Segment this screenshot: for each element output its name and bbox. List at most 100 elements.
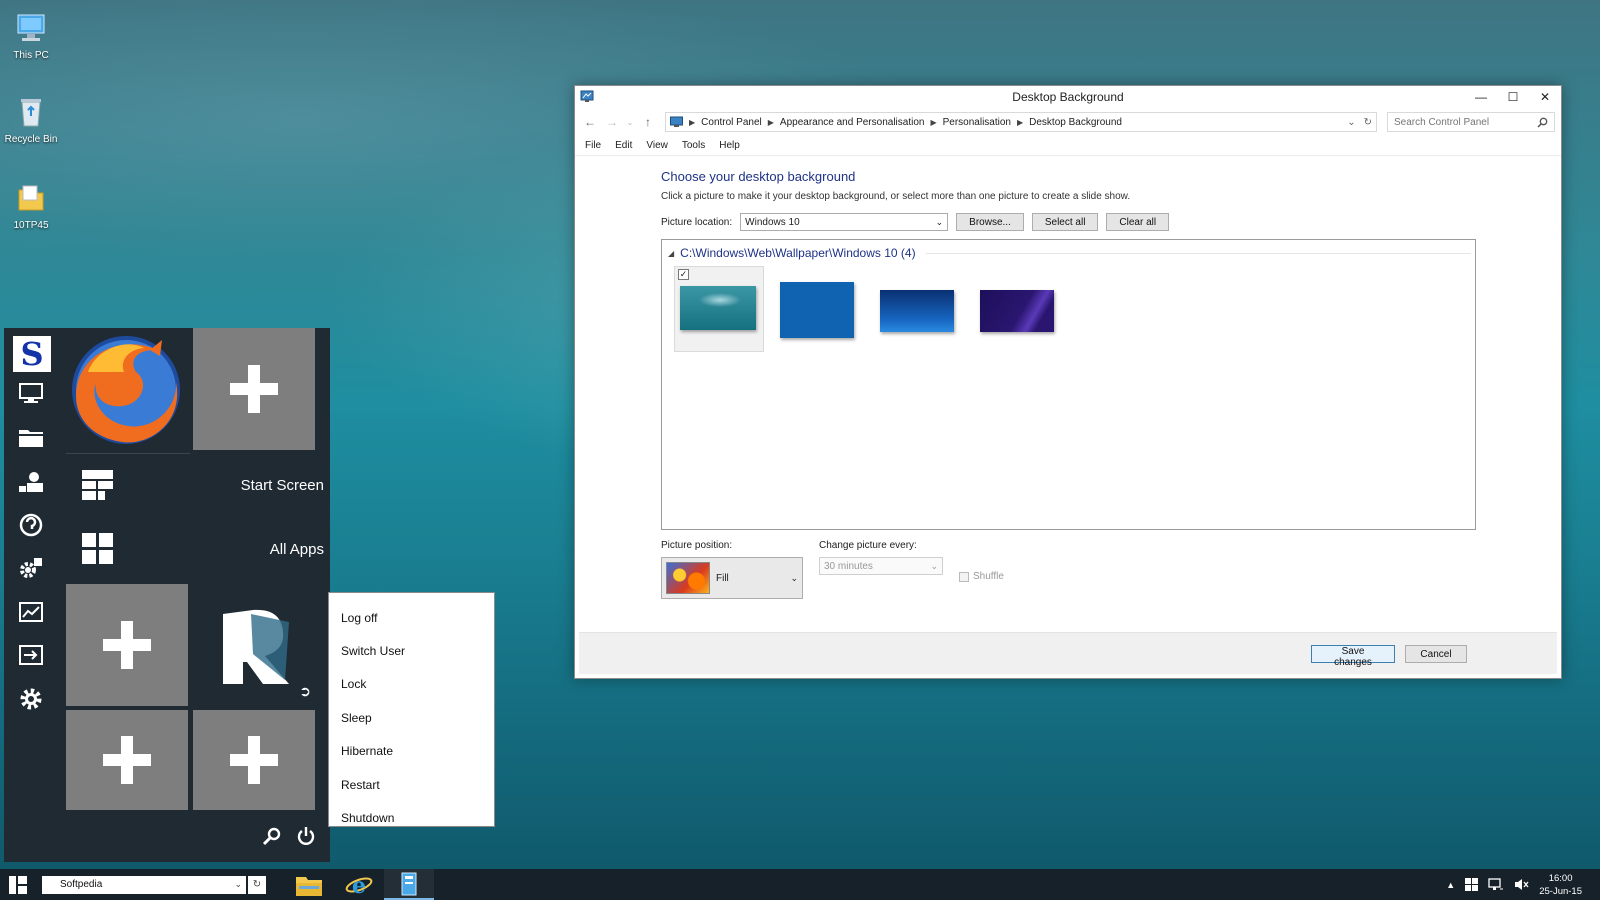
- add-tile-top[interactable]: [193, 328, 315, 450]
- taskbar-internet-explorer[interactable]: e: [334, 869, 384, 900]
- refresh-icon[interactable]: ↻: [248, 875, 266, 894]
- add-tile-middle-left[interactable]: [66, 584, 188, 706]
- taskbar-control-panel[interactable]: [384, 869, 434, 900]
- picture-location-value: Windows 10: [745, 216, 800, 228]
- checkbox-checked-icon[interactable]: ✓: [678, 269, 689, 280]
- chevron-down-icon[interactable]: ⌄: [234, 879, 242, 890]
- save-changes-button[interactable]: Save changes: [1311, 645, 1395, 668]
- app-tile-r-logo[interactable]: ➲: [193, 584, 315, 706]
- desktop-icon-this-pc[interactable]: This PC: [0, 10, 63, 61]
- title-bar[interactable]: Desktop Background — ☐ ✕: [575, 86, 1561, 108]
- power-icon[interactable]: [296, 826, 316, 846]
- power-menu-sleep[interactable]: Sleep: [329, 701, 494, 734]
- firefox-tile[interactable]: [66, 332, 190, 454]
- breadcrumb-personalisation[interactable]: Personalisation: [943, 117, 1011, 128]
- menu-edit[interactable]: Edit: [615, 140, 632, 151]
- add-tile-bottom-right[interactable]: [193, 710, 315, 810]
- recycle-bin-icon: [21, 99, 41, 127]
- picture-location-row: Picture location: Windows 10 ⌄ Browse...…: [661, 213, 1170, 231]
- start-screen-item[interactable]: Start Screen: [70, 460, 328, 510]
- desktop-icon-recycle-bin[interactable]: Recycle Bin: [0, 94, 63, 145]
- picture-position-select[interactable]: Fill ⌄: [661, 557, 803, 599]
- folder-icon: [18, 185, 44, 211]
- change-every-value: 30 minutes: [824, 560, 873, 572]
- menu-view[interactable]: View: [646, 140, 668, 151]
- breadcrumb-separator-icon: ▶: [1016, 117, 1024, 127]
- all-apps-label: All Apps: [269, 540, 324, 558]
- network-icon[interactable]: [1488, 878, 1504, 891]
- thumbnail-purple[interactable]: [980, 290, 1054, 332]
- forward-arrow-icon[interactable]: →: [603, 115, 621, 129]
- desktop-icon-label: Recycle Bin: [4, 134, 58, 145]
- softpedia-logo-icon[interactable]: S: [13, 336, 51, 372]
- search-box[interactable]: [1387, 112, 1555, 132]
- breadcrumb-control-panel[interactable]: Control Panel: [701, 117, 762, 128]
- all-apps-grid-icon: [82, 533, 113, 564]
- clock[interactable]: 16:00 25-Jun-15: [1539, 872, 1582, 898]
- taskbar-file-explorer[interactable]: [284, 869, 334, 900]
- shuffle-option[interactable]: Shuffle: [959, 554, 1004, 599]
- internet-explorer-icon: e: [345, 873, 373, 898]
- users-icon[interactable]: [16, 468, 46, 496]
- shuffle-label: Shuffle: [973, 571, 1004, 582]
- recent-dropdown-icon[interactable]: ⌄: [625, 118, 635, 127]
- volume-muted-icon[interactable]: [1514, 878, 1529, 891]
- start-screen-icon: [82, 470, 113, 500]
- start-search-icon[interactable]: [262, 826, 282, 846]
- change-every-select[interactable]: 30 minutes ⌄: [819, 557, 943, 575]
- browse-button[interactable]: Browse...: [956, 213, 1024, 231]
- breadcrumb-appearance[interactable]: Appearance and Personalisation: [780, 117, 925, 128]
- start-screen-label: Start Screen: [240, 476, 324, 494]
- thumbnail-dark-blue[interactable]: [880, 290, 954, 332]
- show-hidden-icons-icon[interactable]: ▲: [1446, 880, 1455, 890]
- switch-icon[interactable]: [16, 641, 46, 669]
- menu-file[interactable]: File: [585, 140, 601, 151]
- thumbnail-blue[interactable]: [780, 282, 854, 338]
- address-bar[interactable]: ▶ Control Panel ▶ Appearance and Persona…: [665, 112, 1377, 132]
- clear-all-button[interactable]: Clear all: [1106, 213, 1170, 231]
- power-menu-hibernate[interactable]: Hibernate: [329, 735, 494, 768]
- select-all-button[interactable]: Select all: [1031, 213, 1099, 231]
- desktop-icon-label: 10TP45: [13, 220, 49, 231]
- cancel-button[interactable]: Cancel: [1405, 645, 1467, 663]
- menu-help[interactable]: Help: [719, 140, 740, 151]
- page-description: Click a picture to make it your desktop …: [661, 191, 1131, 202]
- maximize-button[interactable]: ☐: [1497, 86, 1529, 108]
- windows-flag-icon[interactable]: [1465, 878, 1479, 891]
- power-menu-lock[interactable]: Lock: [329, 668, 494, 701]
- menu-tools[interactable]: Tools: [682, 140, 705, 151]
- settings-cog-icon[interactable]: [16, 554, 46, 582]
- search-input[interactable]: [1394, 116, 1537, 128]
- chart-icon[interactable]: [16, 598, 46, 626]
- power-menu-restart[interactable]: Restart: [329, 768, 494, 801]
- control-panel-icon: [670, 116, 683, 127]
- refresh-icon[interactable]: ↻: [1364, 117, 1372, 128]
- folder-icon[interactable]: [16, 424, 46, 452]
- picture-group-header[interactable]: ◢ C:\Windows\Web\Wallpaper\Windows 10 (4…: [668, 246, 1471, 260]
- start-button[interactable]: [0, 869, 36, 900]
- address-dropdown-icon[interactable]: ⌄: [1347, 117, 1355, 128]
- picture-location-select[interactable]: Windows 10 ⌄: [740, 213, 949, 231]
- power-menu-log-off[interactable]: Log off: [329, 601, 494, 634]
- power-menu-shutdown[interactable]: Shutdown: [329, 801, 494, 834]
- add-tile-bottom-left[interactable]: [66, 710, 188, 810]
- power-menu-switch-user[interactable]: Switch User: [329, 634, 494, 667]
- desktop-icon-10tp45[interactable]: 10TP45: [0, 180, 63, 231]
- plus-icon: [103, 736, 151, 784]
- thumbnail-underwater[interactable]: [680, 286, 756, 330]
- help-icon[interactable]: [16, 511, 46, 539]
- taskbar-search-input[interactable]: Softpedia ⌄: [42, 875, 246, 894]
- all-apps-item[interactable]: All Apps: [70, 524, 328, 574]
- svg-text:e: e: [352, 873, 366, 898]
- monitor-icon[interactable]: [16, 380, 46, 408]
- plus-icon: [230, 736, 278, 784]
- breadcrumb-desktop-background[interactable]: Desktop Background: [1029, 117, 1122, 128]
- up-arrow-icon[interactable]: ↑: [639, 115, 657, 129]
- minimize-button[interactable]: —: [1465, 86, 1497, 108]
- back-arrow-icon[interactable]: ←: [581, 115, 599, 129]
- shuffle-checkbox[interactable]: [959, 571, 969, 582]
- collapse-triangle-icon[interactable]: ◢: [668, 249, 674, 258]
- gear-icon[interactable]: [16, 685, 46, 713]
- close-button[interactable]: ✕: [1529, 86, 1561, 108]
- picture-location-label: Picture location:: [661, 216, 733, 228]
